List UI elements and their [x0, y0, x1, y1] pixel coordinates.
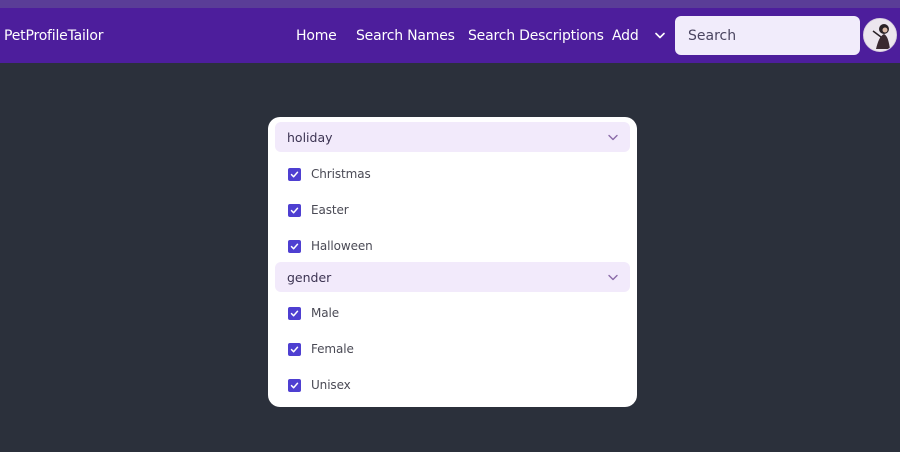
chevron-down-icon: [608, 274, 618, 281]
option-halloween[interactable]: Halloween: [288, 236, 373, 256]
option-label: Easter: [311, 203, 349, 217]
option-label: Female: [311, 342, 354, 356]
check-icon[interactable]: [288, 167, 301, 181]
chevron-down-icon: [654, 32, 665, 39]
option-label: Halloween: [311, 239, 373, 253]
nav-search-descriptions-link[interactable]: Search Descriptions: [468, 8, 604, 63]
user-avatar[interactable]: [863, 18, 897, 52]
holiday-group-header[interactable]: holiday: [275, 122, 630, 152]
option-female[interactable]: Female: [288, 339, 354, 359]
option-label: Christmas: [311, 167, 371, 181]
gender-group-title: gender: [287, 269, 332, 285]
option-male[interactable]: Male: [288, 303, 339, 323]
filter-card: holiday Christmas Easter Halloween gende…: [268, 117, 637, 407]
option-christmas[interactable]: Christmas: [288, 164, 371, 184]
option-label: Male: [311, 306, 340, 320]
nav-search-names-link[interactable]: Search Names: [356, 8, 455, 63]
option-easter[interactable]: Easter: [288, 200, 349, 220]
brand-logo-text[interactable]: PetProfileTailor: [4, 8, 103, 63]
check-icon[interactable]: [288, 203, 301, 217]
check-icon[interactable]: [288, 306, 301, 320]
check-icon[interactable]: [288, 378, 301, 392]
option-unisex[interactable]: Unisex: [288, 375, 351, 395]
check-icon[interactable]: [288, 239, 301, 253]
top-navbar: PetProfileTailor Home Search Names Searc…: [0, 8, 900, 63]
chevron-down-icon: [608, 134, 618, 141]
browser-bookmark-strip: [0, 0, 900, 8]
holiday-group-title: holiday: [287, 129, 333, 145]
nav-add-dropdown[interactable]: Add: [612, 8, 665, 63]
nav-home-link[interactable]: Home: [296, 8, 337, 63]
nav-add-label: Add: [612, 27, 639, 44]
option-label: Unisex: [311, 378, 351, 392]
check-icon[interactable]: [288, 342, 301, 356]
search-input[interactable]: [675, 16, 860, 55]
gender-group-header[interactable]: gender: [275, 262, 630, 292]
